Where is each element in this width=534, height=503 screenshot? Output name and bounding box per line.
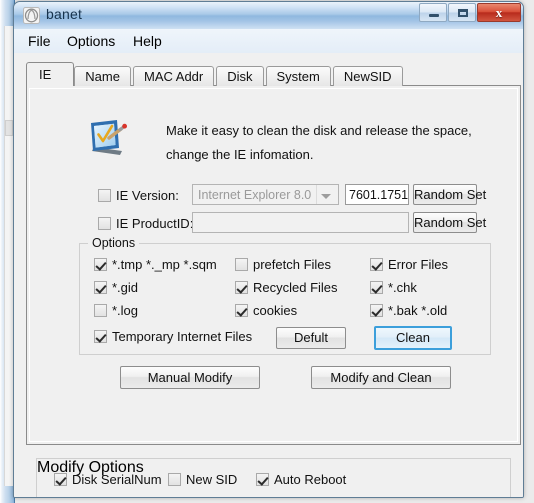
modify-options-group: Modify Options Disk SerialNum New SID Au… (36, 458, 511, 498)
ie-productid-row: IE ProductID: (98, 216, 193, 231)
mode-combo[interactable]: Auto(Random) (46, 497, 222, 498)
option-bak-old-label: *.bak *.old (388, 303, 448, 318)
option-recycled-files-checkbox[interactable] (235, 281, 248, 294)
option-chk-label: *.chk (388, 280, 417, 295)
ie-productid-label: IE ProductID: (116, 216, 194, 231)
window-body: IE Name MAC Addr Disk System NewSID Make… (14, 53, 523, 497)
option-cookies[interactable]: cookies (235, 303, 297, 318)
option-bak-old-checkbox[interactable] (370, 304, 383, 317)
ie-version-random-set-button[interactable]: Random Set (413, 184, 486, 205)
modify-option-new-sid-checkbox[interactable] (168, 473, 181, 486)
modify-option-new-sid[interactable]: New SID (168, 472, 237, 487)
modify-option-auto-reboot-label: Auto Reboot (274, 472, 347, 487)
chevron-down-icon (316, 185, 334, 204)
ie-version-checkbox[interactable] (98, 189, 111, 202)
option-temporary-internet-files-checkbox[interactable] (94, 330, 107, 343)
option-chk-checkbox[interactable] (370, 281, 383, 294)
option-error-files[interactable]: Error Files (370, 257, 448, 272)
window-controls: x (419, 3, 521, 22)
main-window: banet x File Options Help IE Name MAC Ad… (13, 1, 524, 498)
option-tmp-mp-sqm[interactable]: *.tmp *._mp *.sqm (94, 257, 217, 272)
background-window-scrollbar-thumb[interactable] (5, 120, 13, 136)
option-bak-old[interactable]: *.bak *.old (370, 303, 447, 318)
window-title: banet (46, 6, 83, 22)
modify-option-auto-reboot-checkbox[interactable] (256, 473, 269, 486)
ie-build-value: 7601.17514 (349, 188, 409, 202)
option-temporary-internet-files-label: Temporary Internet Files (112, 329, 253, 344)
modify-and-clean-button[interactable]: Modify and Clean (311, 366, 451, 389)
maximize-icon (458, 9, 468, 17)
option-temporary-internet-files[interactable]: Temporary Internet Files (94, 329, 252, 344)
tab-ie[interactable]: IE (26, 62, 75, 86)
option-log-label: *.log (112, 303, 139, 318)
option-log[interactable]: *.log (94, 303, 138, 318)
option-log-checkbox[interactable] (94, 304, 107, 317)
clean-button[interactable]: Clean (374, 326, 452, 350)
description-line-2: change the IE infomation. (166, 147, 314, 162)
menu-item-help[interactable]: Help (127, 32, 168, 50)
minimize-button[interactable] (419, 3, 447, 22)
modify-option-new-sid-label: New SID (186, 472, 238, 487)
modify-option-disk-serialnum-checkbox[interactable] (54, 473, 67, 486)
close-button[interactable]: x (477, 3, 521, 22)
description-line-1: Make it easy to clean the disk and relea… (166, 123, 472, 138)
ie-productid-random-set-button[interactable]: Random Set (413, 212, 486, 233)
option-prefetch-files[interactable]: prefetch Files (235, 257, 331, 272)
minimize-icon (429, 14, 439, 17)
option-gid-label: *.gid (112, 280, 139, 295)
tab-mac-addr[interactable]: MAC Addr (132, 66, 215, 86)
ie-version-combo[interactable]: Internet Explorer 8.0 (192, 184, 339, 205)
tab-disk[interactable]: Disk (216, 66, 264, 86)
ie-productid-input[interactable] (192, 212, 409, 233)
option-gid-checkbox[interactable] (94, 281, 107, 294)
ie-version-combo-value: Internet Explorer 8.0 (198, 188, 312, 202)
option-chk[interactable]: *.chk (370, 280, 417, 295)
ie-version-label: IE Version: (116, 188, 179, 203)
modify-option-auto-reboot[interactable]: Auto Reboot (256, 472, 346, 487)
option-recycled-files[interactable]: Recycled Files (235, 280, 338, 295)
option-gid[interactable]: *.gid (94, 280, 138, 295)
clipboard-check-pen-icon (91, 120, 127, 155)
menu-item-file[interactable]: File (22, 32, 57, 50)
option-error-files-label: Error Files (388, 257, 448, 272)
menu-bar: File Options Help (14, 29, 523, 54)
close-icon: x (495, 5, 503, 20)
panel-description: Make it easy to clean the disk and relea… (166, 119, 472, 167)
option-cookies-checkbox[interactable] (235, 304, 248, 317)
option-prefetch-files-label: prefetch Files (253, 257, 332, 272)
option-tmp-mp-sqm-label: *.tmp *._mp *.sqm (112, 257, 217, 272)
modify-hotkey-button[interactable]: Modify HotKey (230, 497, 405, 498)
app-logo-icon (23, 7, 40, 24)
tab-newsid[interactable]: NewSID (332, 66, 403, 86)
option-prefetch-files-checkbox[interactable] (235, 258, 248, 271)
modify-option-disk-serialnum-label: Disk SerialNum (72, 472, 162, 487)
screen: banet x File Options Help IE Name MAC Ad… (0, 0, 534, 503)
manual-modify-button[interactable]: Manual Modify (120, 366, 260, 389)
tab-strip: IE Name MAC Addr Disk System NewSID (26, 62, 405, 86)
maximize-button[interactable] (448, 3, 476, 22)
restart-computer-button[interactable]: Restart Computer (415, 497, 524, 498)
option-error-files-checkbox[interactable] (370, 258, 383, 271)
ie-version-row: IE Version: (98, 188, 179, 203)
modify-option-disk-serialnum[interactable]: Disk SerialNum (54, 472, 162, 487)
options-group-title: Options (88, 236, 140, 250)
title-bar[interactable]: banet x (14, 2, 523, 30)
option-recycled-files-label: Recycled Files (253, 280, 338, 295)
ie-build-input[interactable]: 7601.17514 (345, 184, 409, 205)
menu-item-options[interactable]: Options (61, 32, 121, 50)
default-button[interactable]: Defult (276, 327, 346, 349)
option-cookies-label: cookies (253, 303, 298, 318)
tab-system[interactable]: System (265, 66, 331, 86)
option-tmp-mp-sqm-checkbox[interactable] (94, 258, 107, 271)
options-group: Options *.tmp *._mp *.sqm *.gid *.log Te… (79, 236, 491, 355)
tab-name[interactable]: Name (74, 66, 131, 86)
ie-productid-checkbox[interactable] (98, 217, 111, 230)
